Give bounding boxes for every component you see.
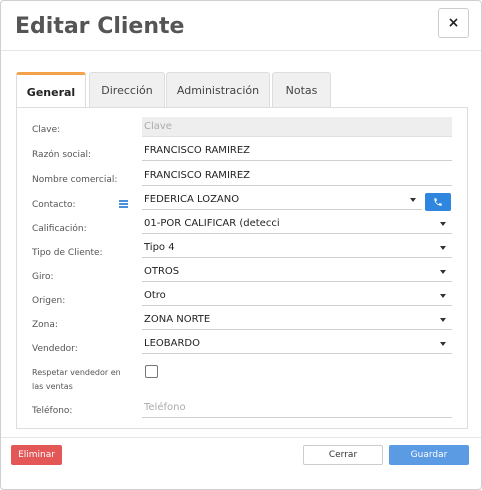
chevron-down-icon [440, 342, 446, 346]
close-dialog-button[interactable]: Cerrar [303, 445, 383, 465]
tipo-cliente-select[interactable]: Tipo 4 [142, 238, 452, 258]
respetar-vendedor-checkbox[interactable] [145, 365, 158, 378]
chevron-down-icon [410, 198, 416, 202]
edit-client-modal: Editar Cliente × General Dirección Admin… [0, 0, 482, 490]
zona-select[interactable]: ZONA NORTE [142, 310, 452, 330]
contacto-value: FEDERICA LOZANO [144, 194, 240, 205]
tab-administracion[interactable]: Administración [166, 72, 270, 108]
vendedor-select[interactable]: LEOBARDO [142, 334, 452, 354]
chevron-down-icon [440, 222, 446, 226]
call-contact-button[interactable] [425, 193, 451, 211]
origen-value: Otro [144, 290, 166, 301]
telefono-label: Teléfono: [32, 406, 73, 416]
contacto-label: Contacto: [32, 200, 76, 210]
zona-value: ZONA NORTE [144, 314, 211, 325]
contacto-select[interactable]: FEDERICA LOZANO [142, 190, 422, 210]
close-button[interactable]: × [438, 8, 469, 38]
vendedor-value: LEOBARDO [144, 338, 200, 349]
tipo-cliente-value: Tipo 4 [144, 242, 175, 253]
razon-social-label: Razón social: [32, 150, 92, 160]
giro-value: OTROS [144, 266, 180, 277]
chevron-down-icon [440, 270, 446, 274]
contact-list-icon[interactable] [119, 200, 128, 208]
delete-button[interactable]: Eliminar [11, 445, 62, 465]
chevron-down-icon [440, 246, 446, 250]
phone-icon [434, 198, 442, 206]
telefono-field[interactable]: Teléfono [142, 398, 452, 418]
calificacion-value: 01-POR CALIFICAR (detecci [144, 218, 280, 229]
tipo-cliente-label: Tipo de Cliente: [32, 248, 103, 258]
respetar-vendedor-label-line1: Respetar vendedor en [32, 368, 121, 377]
chevron-down-icon [440, 294, 446, 298]
tab-notas[interactable]: Notas [272, 72, 331, 108]
footer-divider [1, 437, 481, 438]
vendedor-label: Vendedor: [32, 344, 78, 354]
modal-title: Editar Cliente [15, 14, 185, 39]
zona-label: Zona: [32, 320, 58, 330]
calificacion-label: Calificación: [32, 224, 87, 234]
chevron-down-icon [440, 318, 446, 322]
tab-general[interactable]: General [16, 72, 86, 109]
tab-direccion[interactable]: Dirección [89, 72, 165, 108]
giro-label: Giro: [32, 272, 54, 282]
nombre-comercial-label: Nombre comercial: [32, 175, 118, 185]
giro-select[interactable]: OTROS [142, 262, 452, 282]
respetar-vendedor-label-line2: las ventas [32, 382, 73, 391]
nombre-comercial-field[interactable]: FRANCISCO RAMIREZ [142, 166, 452, 186]
razon-social-field[interactable]: FRANCISCO RAMIREZ [142, 141, 452, 161]
clave-field[interactable]: Clave [142, 117, 452, 137]
clave-label: Clave: [32, 125, 61, 135]
origen-label: Origen: [32, 296, 66, 306]
calificacion-select[interactable]: 01-POR CALIFICAR (detecci [142, 214, 452, 234]
save-button[interactable]: Guardar [389, 445, 469, 465]
origen-select[interactable]: Otro [142, 286, 452, 306]
header-divider [1, 50, 481, 51]
